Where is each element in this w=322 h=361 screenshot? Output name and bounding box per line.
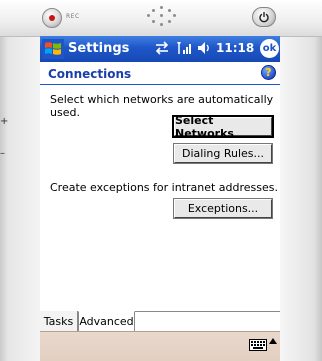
windows-flag-icon[interactable]	[42, 39, 64, 59]
side-mark-minus: –	[0, 148, 5, 159]
power-icon	[259, 12, 269, 23]
dialing-rules-button[interactable]: Dialing Rules...	[173, 143, 273, 164]
side-mark-plus: +	[0, 116, 9, 127]
exceptions-button[interactable]: Exceptions...	[173, 198, 273, 219]
rec-label: REC	[66, 13, 80, 20]
title-bar: Settings 11:18 ok	[40, 36, 280, 62]
device-top: REC	[0, 0, 322, 37]
device-screen: Settings 11:18 ok Connections ? Select w…	[40, 36, 280, 361]
keyboard-icon[interactable]	[249, 336, 267, 351]
speaker-grille-icon	[142, 6, 182, 30]
exceptions-description: Create exceptions for intranet addresses…	[50, 181, 279, 194]
clock-time[interactable]: 11:18	[216, 41, 254, 55]
sync-icon[interactable]	[154, 40, 170, 58]
power-button[interactable]	[252, 7, 276, 27]
record-button[interactable]	[42, 8, 62, 28]
page-header: Connections ?	[40, 62, 280, 85]
volume-icon[interactable]	[196, 40, 212, 58]
ok-button[interactable]: ok	[260, 39, 279, 58]
tab-advanced[interactable]: Advanced	[78, 311, 135, 331]
page-title: Connections	[48, 67, 132, 81]
select-networks-button[interactable]: Select Networks	[172, 114, 274, 140]
tab-strip: Tasks Advanced	[40, 311, 280, 332]
tab-tasks[interactable]: Tasks	[40, 311, 78, 331]
signal-icon[interactable]	[176, 40, 192, 58]
window-title: Settings	[68, 41, 130, 56]
input-menu-arrow-icon[interactable]	[269, 338, 277, 344]
help-icon[interactable]: ?	[261, 65, 276, 80]
menu-bar	[40, 331, 280, 361]
